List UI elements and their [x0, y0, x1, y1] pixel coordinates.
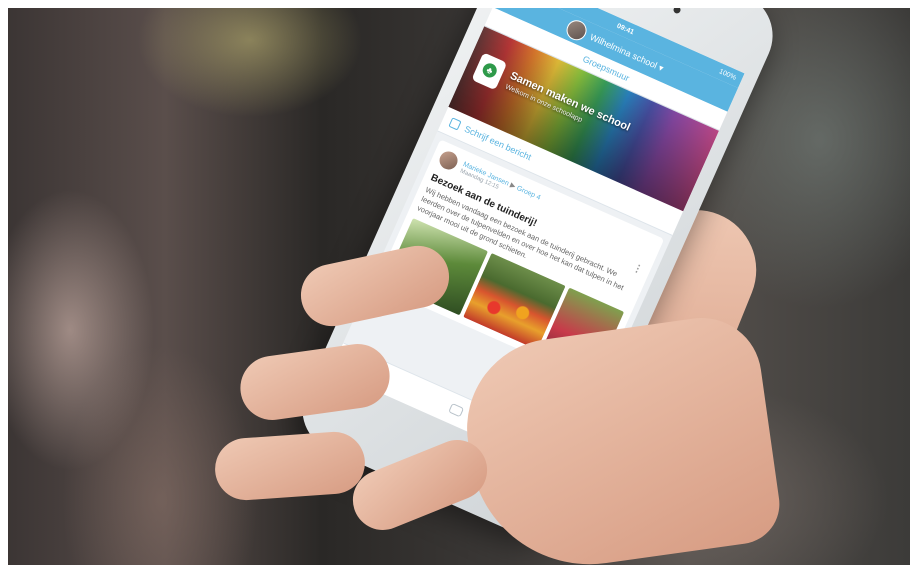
- more-options-icon[interactable]: ⋮: [631, 262, 645, 276]
- proximity-sensor: [672, 5, 682, 15]
- photo-scene: ●●●●○ 09:41 100% Wilhelmina school ▾ Gro…: [0, 0, 918, 573]
- school-logo: ♣: [471, 52, 508, 91]
- earpiece-speaker: [616, 0, 663, 6]
- compose-icon: [448, 117, 462, 131]
- messages-icon[interactable]: [447, 402, 464, 418]
- hand-ring-finger: [213, 429, 367, 503]
- tree-logo-icon: ♣: [480, 61, 499, 80]
- author-avatar[interactable]: [436, 148, 461, 173]
